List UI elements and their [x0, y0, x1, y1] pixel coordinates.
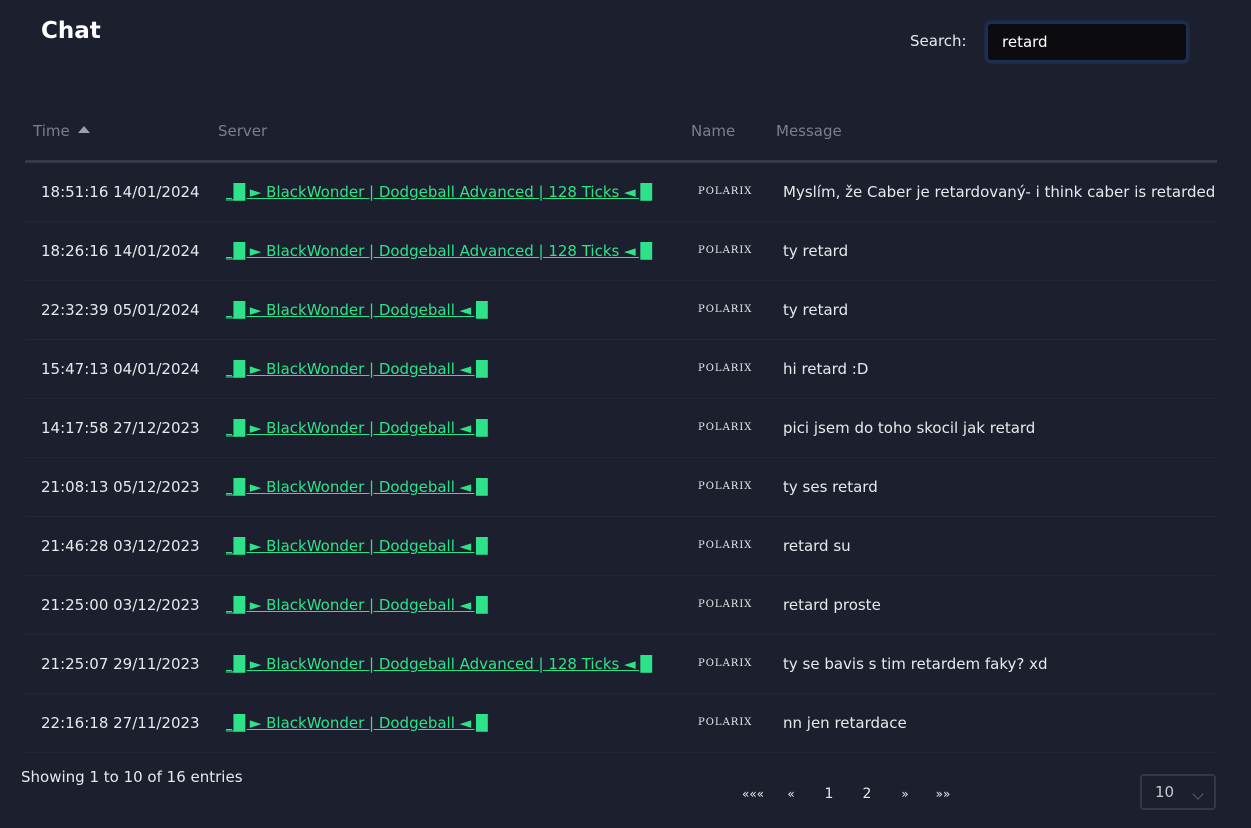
message-cell: retard su: [783, 537, 851, 555]
message-cell: retard proste: [783, 596, 881, 614]
time-cell: 15:47:13 04/01/2024: [41, 360, 200, 378]
player-name-cell: POLARIX: [698, 186, 753, 197]
pagination-page-2[interactable]: 2: [848, 776, 886, 812]
message-cell: ty retard: [783, 301, 849, 319]
time-cell: 22:16:18 27/11/2023: [41, 714, 200, 732]
server-link[interactable]: _█ ► BlackWonder | Dodgeball ◄ █: [226, 576, 488, 634]
search-input[interactable]: [986, 22, 1188, 62]
table-row: 18:26:16 14/01/2024 _█ ► BlackWonder | Do…: [25, 222, 1217, 281]
pagination-page-1[interactable]: 1: [810, 776, 848, 812]
time-cell: 14:17:58 27/12/2023: [41, 419, 200, 437]
table-row: 22:16:18 27/11/2023 _█ ► BlackWonder | Do…: [25, 694, 1217, 753]
server-link[interactable]: _█ ► BlackWonder | Dodgeball ◄ █: [226, 340, 488, 398]
column-header-name[interactable]: Name: [691, 122, 735, 140]
time-cell: 21:08:13 05/12/2023: [41, 478, 200, 496]
message-cell: ty retard: [783, 242, 849, 260]
player-name-cell: POLARIX: [698, 304, 753, 315]
server-link[interactable]: _█ ► BlackWonder | Dodgeball ◄ █: [226, 458, 488, 516]
player-name-cell: POLARIX: [698, 658, 753, 669]
column-header-time[interactable]: Time: [33, 122, 90, 140]
search-label: Search:: [910, 32, 967, 50]
entries-info: Showing 1 to 10 of 16 entries: [21, 768, 243, 786]
chat-table: Time Server Name Message 18:51:16 14/01/…: [25, 110, 1217, 753]
server-link[interactable]: _█ ► BlackWonder | Dodgeball Advanced | …: [226, 163, 652, 221]
message-cell: hi retard :D: [783, 360, 869, 378]
player-name-cell: POLARIX: [698, 245, 753, 256]
player-name-cell: POLARIX: [698, 717, 753, 728]
message-cell: nn jen retardace: [783, 714, 907, 732]
page-length-value: 10: [1155, 783, 1175, 801]
message-cell: ty ses retard: [783, 478, 878, 496]
sort-ascending-icon: [77, 126, 90, 133]
column-header-server[interactable]: Server: [218, 122, 267, 140]
server-link[interactable]: _█ ► BlackWonder | Dodgeball ◄ █: [226, 694, 488, 752]
message-cell: ty se bavis s tim retardem faky? xd: [783, 655, 1048, 673]
page-length-select[interactable]: 10: [1140, 774, 1216, 810]
table-header: Time Server Name Message: [25, 110, 1217, 163]
pagination-first-button[interactable]: «««: [734, 776, 772, 812]
server-link[interactable]: _█ ► BlackWonder | Dodgeball ◄ █: [226, 399, 488, 457]
pagination: ««« « 1 2 » »»: [734, 776, 962, 812]
player-name-cell: POLARIX: [698, 363, 753, 374]
pagination-previous-button[interactable]: «: [772, 776, 810, 812]
table-row: 22:32:39 05/01/2024 _█ ► BlackWonder | Do…: [25, 281, 1217, 340]
table-row: 21:08:13 05/12/2023 _█ ► BlackWonder | Do…: [25, 458, 1217, 517]
table-row: 14:17:58 27/12/2023 _█ ► BlackWonder | Do…: [25, 399, 1217, 458]
page-title: Chat: [41, 18, 101, 44]
server-link[interactable]: _█ ► BlackWonder | Dodgeball Advanced | …: [226, 635, 652, 693]
time-cell: 18:51:16 14/01/2024: [41, 183, 200, 201]
player-name-cell: POLARIX: [698, 422, 753, 433]
time-cell: 21:46:28 03/12/2023: [41, 537, 200, 555]
server-link[interactable]: _█ ► BlackWonder | Dodgeball ◄ █: [226, 281, 488, 339]
time-cell: 21:25:00 03/12/2023: [41, 596, 200, 614]
column-header-message[interactable]: Message: [776, 122, 842, 140]
server-link[interactable]: _█ ► BlackWonder | Dodgeball ◄ █: [226, 517, 488, 575]
pagination-last-button[interactable]: »»: [924, 776, 962, 812]
chevron-down-icon: [1192, 788, 1204, 800]
table-row: 18:51:16 14/01/2024 _█ ► BlackWonder | Do…: [25, 163, 1217, 222]
table-row: 21:25:07 29/11/2023 _█ ► BlackWonder | Do…: [25, 635, 1217, 694]
player-name-cell: POLARIX: [698, 540, 753, 551]
table-row: 15:47:13 04/01/2024 _█ ► BlackWonder | Do…: [25, 340, 1217, 399]
column-header-time-label: Time: [33, 122, 70, 140]
table-row: 21:46:28 03/12/2023 _█ ► BlackWonder | Do…: [25, 517, 1217, 576]
message-cell: Myslím, že Caber je retardovaný- i think…: [783, 183, 1216, 201]
server-link[interactable]: _█ ► BlackWonder | Dodgeball Advanced | …: [226, 222, 652, 280]
time-cell: 18:26:16 14/01/2024: [41, 242, 200, 260]
time-cell: 22:32:39 05/01/2024: [41, 301, 200, 319]
table-body: 18:51:16 14/01/2024 _█ ► BlackWonder | Do…: [25, 163, 1217, 753]
time-cell: 21:25:07 29/11/2023: [41, 655, 200, 673]
player-name-cell: POLARIX: [698, 481, 753, 492]
player-name-cell: POLARIX: [698, 599, 753, 610]
pagination-next-button[interactable]: »: [886, 776, 924, 812]
table-row: 21:25:00 03/12/2023 _█ ► BlackWonder | Do…: [25, 576, 1217, 635]
message-cell: pici jsem do toho skocil jak retard: [783, 419, 1036, 437]
